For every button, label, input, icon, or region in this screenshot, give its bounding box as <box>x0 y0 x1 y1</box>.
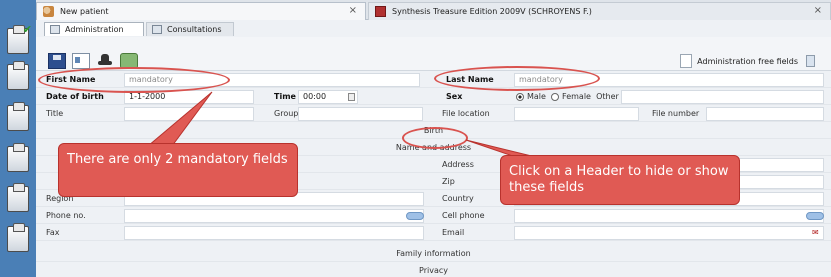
cell-phone-input[interactable] <box>514 209 824 223</box>
radio-label: Female <box>562 92 591 101</box>
file-number-label: File number <box>652 109 700 118</box>
save-icon[interactable] <box>48 53 66 69</box>
other-input[interactable] <box>621 90 824 104</box>
group-label: Group <box>274 109 299 118</box>
settings-icon[interactable] <box>806 55 815 67</box>
tab-label: Administration <box>65 25 124 34</box>
clipboard-icon[interactable] <box>7 223 29 252</box>
file-number-input[interactable] <box>706 107 824 121</box>
title-label: Title <box>46 109 64 118</box>
clipboard-icon[interactable] <box>7 102 29 131</box>
send-mail-icon[interactable]: ✉ <box>812 228 819 237</box>
fax-input[interactable] <box>124 226 424 240</box>
dob-label: Date of birth <box>46 92 104 101</box>
phone-label: Phone no. <box>46 211 86 220</box>
clipboard-icon[interactable] <box>7 183 29 212</box>
title-row: Title Group File location File number <box>36 106 831 122</box>
sex-label: Sex <box>446 92 463 101</box>
birth-highlight-ellipse <box>402 127 468 149</box>
tab-label: New patient <box>60 7 109 16</box>
address-label: Address <box>442 160 474 169</box>
radio-label: Male <box>527 92 546 101</box>
country-label: Country <box>442 194 474 203</box>
card-icon <box>50 25 60 34</box>
stethoscope-icon <box>152 25 162 34</box>
family-information-header[interactable]: Family information <box>36 246 831 262</box>
time-label: Time <box>274 92 296 101</box>
tab-new-patient[interactable]: New patient × <box>36 2 366 20</box>
tab-synthesis[interactable]: Synthesis Treasure Edition 2009V (SCHROY… <box>368 2 831 20</box>
mandatory-fields-callout: There are only 2 mandatory fields <box>58 143 298 197</box>
close-icon[interactable]: × <box>349 5 357 16</box>
radio-female[interactable] <box>551 92 560 101</box>
header-toggle-callout: Click on a Header to hide or show these … <box>500 155 740 205</box>
cell-phone-label: Cell phone <box>442 211 485 220</box>
phone-row: Phone no. Cell phone <box>36 208 831 224</box>
sex-radio-group: Male Female Other <box>516 92 619 101</box>
other-label: Other <box>596 92 619 101</box>
time-input[interactable]: 00:00 <box>298 90 358 104</box>
document-icon <box>680 54 693 68</box>
administration-free-fields-button[interactable]: Administration free fields <box>680 54 815 68</box>
privacy-header[interactable]: Privacy <box>36 263 831 277</box>
radio-male[interactable] <box>516 92 524 101</box>
button-label: Administration free fields <box>697 56 798 66</box>
last-name-highlight-ellipse <box>434 66 600 91</box>
tab-consultations[interactable]: Consultations <box>146 22 234 36</box>
patient-icon <box>43 6 54 17</box>
fax-row: Fax Email ✉ <box>36 225 831 241</box>
zip-label: Zip <box>442 177 455 186</box>
tab-label: Synthesis Treasure Edition 2009V (SCHROY… <box>392 7 592 16</box>
book-icon <box>375 6 386 17</box>
first-name-highlight-ellipse <box>38 67 230 93</box>
clipboard-icon[interactable] <box>7 143 29 172</box>
file-location-label: File location <box>442 109 490 118</box>
fax-label: Fax <box>46 228 60 237</box>
file-location-input[interactable] <box>514 107 639 121</box>
left-sidebar <box>0 0 36 277</box>
document-tab-bar: New patient × Synthesis Treasure Edition… <box>36 0 831 20</box>
clipboard-icon[interactable] <box>7 61 29 90</box>
close-icon[interactable]: × <box>814 5 822 16</box>
callout-text: There are only 2 mandatory fields <box>67 152 288 167</box>
id-card-icon[interactable] <box>72 53 90 69</box>
email-input[interactable] <box>514 226 824 240</box>
callout-text: Click on a Header to hide or show these … <box>509 164 729 195</box>
phone-input[interactable] <box>124 209 424 223</box>
phone-dial-icon[interactable] <box>806 212 824 220</box>
clipboard-checked-icon[interactable] <box>7 23 32 54</box>
group-input[interactable] <box>298 107 423 121</box>
spinner-icon[interactable] <box>348 93 355 101</box>
toolbar: Administration free fields <box>36 37 831 71</box>
phone-dial-icon[interactable] <box>406 212 424 220</box>
tab-label: Consultations <box>167 25 222 34</box>
tab-administration[interactable]: Administration <box>44 22 144 36</box>
time-value: 00:00 <box>303 92 327 101</box>
sub-tab-bar: Administration Consultations <box>36 21 831 36</box>
email-label: Email <box>442 228 465 237</box>
title-input[interactable] <box>124 107 254 121</box>
